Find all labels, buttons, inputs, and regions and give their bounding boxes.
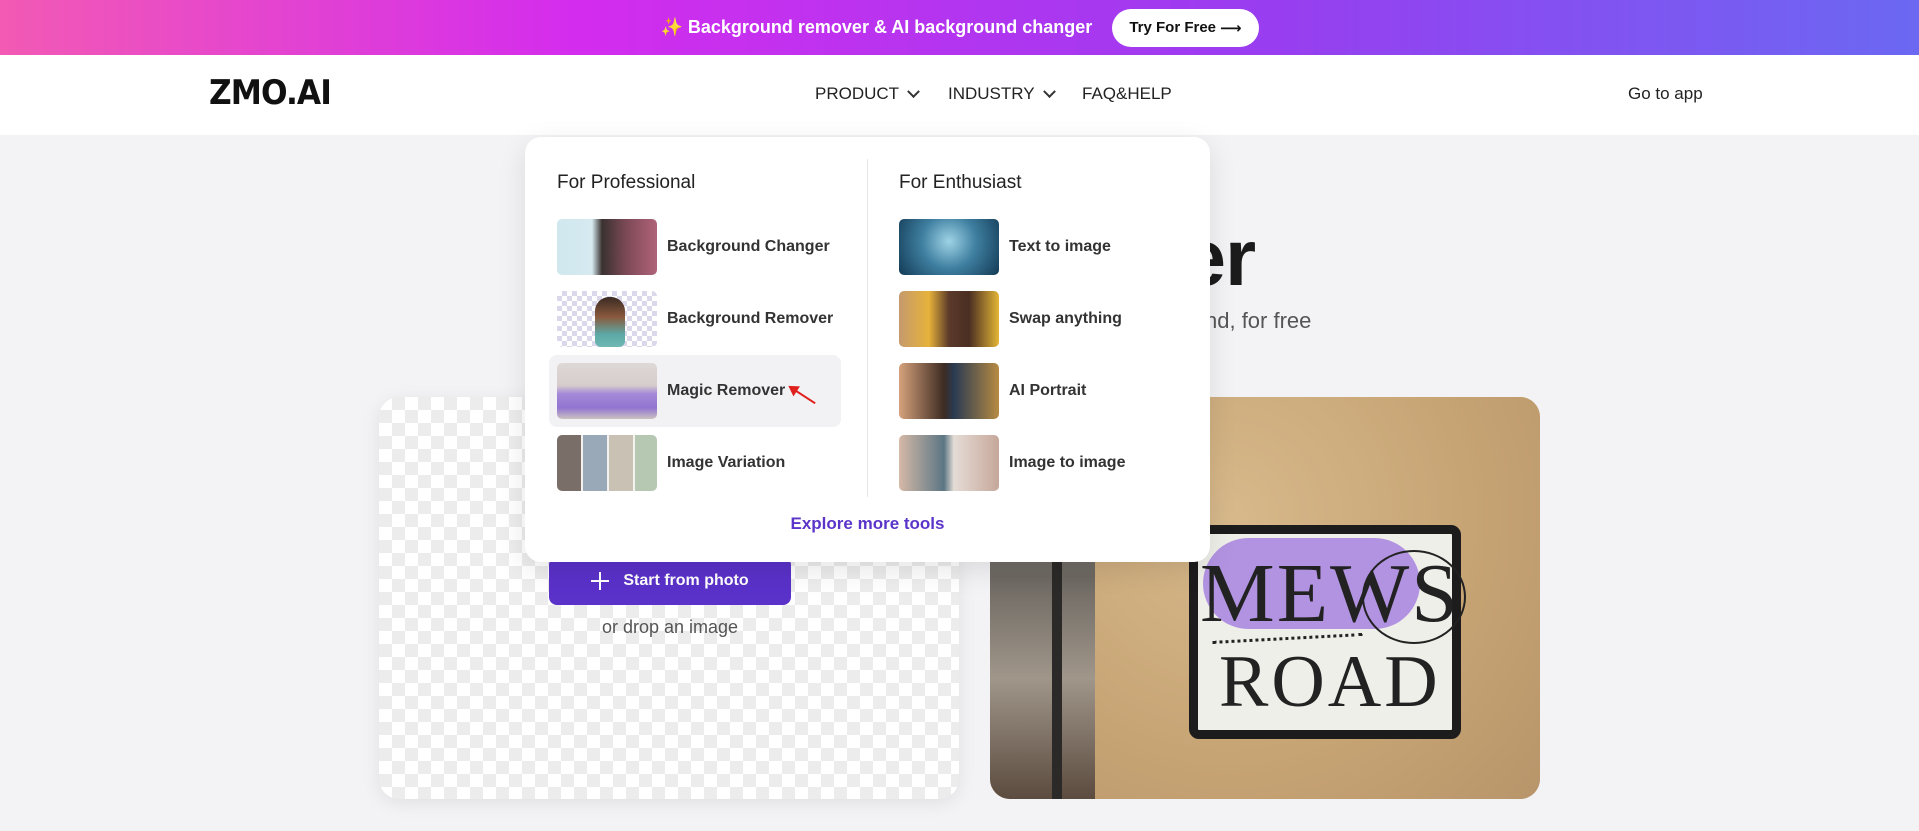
swap-anything-thumbnail [899,291,999,347]
sign-text-line2: ROAD [1219,641,1441,723]
nav-faq-label: FAQ&HELP [1082,84,1172,103]
logo[interactable]: ZMO.AI [209,73,332,113]
arrow-right-icon: ⟶ [1220,19,1242,37]
promo-banner: ✨ Background remover & AI background cha… [0,0,1919,55]
selection-circle [1362,550,1466,644]
try-for-free-button[interactable]: Try For Free ⟶ [1112,8,1259,47]
page-subtitle: nd, for free [1205,308,1312,333]
nav-product-label: PRODUCT [815,84,900,103]
menu-heading-enthusiast: For Enthusiast [899,172,1022,193]
nav-industry[interactable]: INDUSTRY [948,84,1056,104]
background-remover-thumbnail [557,291,657,347]
background-changer-thumbnail [557,219,657,275]
image-to-image-thumbnail [899,435,999,491]
menu-item-swap-anything[interactable]: Swap anything [891,283,1183,355]
menu-item-label: Background Changer [667,238,830,255]
menu-item-background-remover[interactable]: Background Remover [549,283,841,355]
start-from-photo-button[interactable]: Start from photo [549,557,791,605]
menu-item-background-changer[interactable]: Background Changer [549,211,841,283]
top-nav: ZMO.AI PRODUCT INDUSTRY FAQ&HELP Go to a… [0,55,1919,135]
menu-item-label: Image Variation [667,454,786,471]
menu-item-ai-portrait[interactable]: AI Portrait [891,355,1183,427]
nav-product[interactable]: PRODUCT [815,84,920,104]
menu-item-label: AI Portrait [1009,382,1087,399]
menu-item-label: Image to image [1009,454,1126,471]
menu-item-label: Text to image [1009,238,1111,255]
nav-faq-help[interactable]: FAQ&HELP [1082,84,1172,104]
menu-item-text-to-image[interactable]: Text to image [891,211,1183,283]
image-variation-thumbnail [557,435,657,491]
go-to-app-link[interactable]: Go to app [1628,84,1703,104]
text-to-image-thumbnail [899,219,999,275]
try-for-free-label: Try For Free [1129,19,1217,36]
nav-industry-label: INDUSTRY [948,84,1035,103]
plus-icon [591,572,610,590]
chevron-down-icon [907,84,920,98]
start-from-photo-label: Start from photo [623,572,749,589]
menu-item-image-to-image[interactable]: Image to image [891,427,1183,499]
menu-heading-professional: For Professional [557,172,696,193]
drop-hint: or drop an image [601,617,739,637]
sparkle-icon: ✨ [660,17,683,37]
promo-text: ✨ Background remover & AI background cha… [660,17,1092,38]
product-dropdown-menu: For Professional For Enthusiast Backgrou… [525,137,1210,562]
menu-item-label: Background Remover [667,310,834,327]
menu-item-label: Magic Remover [667,382,786,399]
menu-divider [867,159,868,497]
menu-item-label: Swap anything [1009,310,1122,327]
menu-item-image-variation[interactable]: Image Variation [549,427,841,499]
explore-more-tools-link[interactable]: Explore more tools [525,514,1210,534]
promo-message: Background remover & AI background chang… [687,17,1093,37]
chevron-down-icon [1042,84,1056,98]
magic-remover-thumbnail [557,363,657,419]
ai-portrait-thumbnail [899,363,999,419]
